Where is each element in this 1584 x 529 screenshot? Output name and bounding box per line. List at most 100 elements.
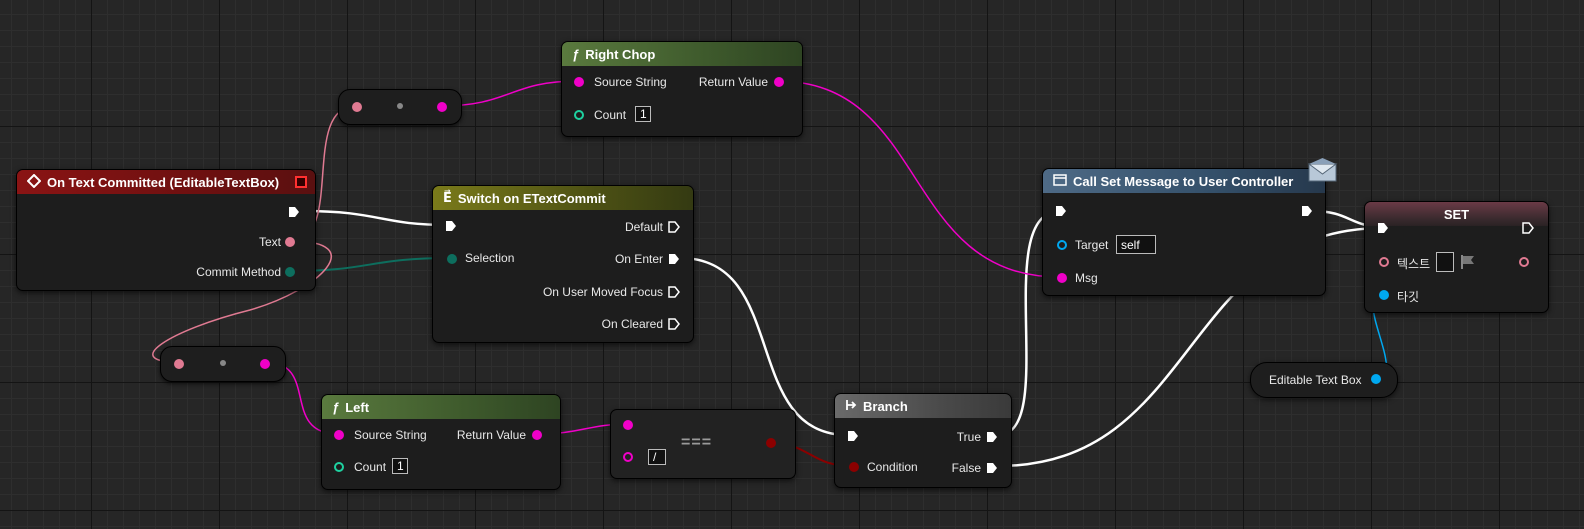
delegate-pin-icon[interactable]	[295, 176, 307, 188]
left-return-value-output-pin[interactable]	[532, 430, 542, 440]
set-text-output-pin[interactable]	[1519, 257, 1529, 267]
left-node-header[interactable]: ƒ Left	[322, 395, 560, 419]
right-chop-node-title: Right Chop	[585, 46, 656, 62]
left-return-value-label: Return Value	[456, 428, 526, 442]
branch-icon	[845, 399, 857, 414]
switch-selection-input-pin[interactable]	[447, 254, 457, 264]
branch-node-header[interactable]: Branch	[835, 394, 1011, 418]
event-node-title: On Text Committed (EditableTextBox)	[47, 174, 280, 190]
switch-exec-input-pin[interactable]	[445, 220, 457, 232]
set-text-field[interactable]	[1436, 252, 1454, 272]
event-exec-output-pin[interactable]	[288, 206, 300, 218]
string-equal-node[interactable]: / ===	[610, 409, 796, 479]
call-set-message-target-field[interactable]: self	[1116, 235, 1156, 254]
event-commit-method-output-pin[interactable]	[285, 267, 295, 277]
set-target-input-pin[interactable]	[1379, 290, 1389, 300]
switch-on-etextcommit-node[interactable]: E⃗ Switch on ETextCommit Selection Defau…	[432, 185, 694, 343]
switch-node-title: Switch on ETextCommit	[457, 190, 606, 206]
editable-text-box-variable-node[interactable]: Editable Text Box	[1250, 362, 1398, 398]
left-source-string-input-pin[interactable]	[334, 430, 344, 440]
reroute-output-pin[interactable]	[260, 359, 270, 369]
branch-condition-input-pin[interactable]	[849, 462, 859, 472]
right-chop-count-field[interactable]: 1	[635, 106, 651, 122]
right-chop-source-string-label: Source String	[594, 75, 667, 89]
switch-on-enter-label: On Enter	[614, 252, 663, 266]
left-count-field[interactable]: 1	[392, 458, 408, 474]
left-count-input-pin[interactable]	[334, 462, 344, 472]
set-node-title: SET	[1443, 206, 1470, 222]
set-variable-node[interactable]: SET 텍스트 타깃	[1364, 201, 1549, 313]
call-set-message-node[interactable]: Call Set Message to User Controller Targ…	[1042, 168, 1326, 296]
reroute-output-pin[interactable]	[437, 102, 447, 112]
branch-exec-input-pin[interactable]	[847, 430, 859, 442]
branch-false-label: False	[951, 461, 981, 475]
equal-a-input-pin[interactable]	[623, 420, 633, 430]
set-exec-output-pin[interactable]	[1522, 222, 1534, 234]
left-function-node[interactable]: ƒ Left Source String Count 1 Return Valu…	[321, 394, 561, 490]
right-chop-source-string-input-pin[interactable]	[574, 77, 584, 87]
switch-default-output-pin[interactable]	[668, 221, 680, 233]
switch-default-label: Default	[624, 220, 663, 234]
right-chop-function-node[interactable]: ƒ Right Chop Source String Count 1 Retur…	[561, 41, 803, 137]
set-text-label: 텍스트	[1397, 257, 1431, 271]
call-set-message-exec-input-pin[interactable]	[1055, 205, 1067, 217]
set-exec-input-pin[interactable]	[1377, 222, 1389, 234]
branch-true-output-pin[interactable]	[986, 431, 998, 443]
switch-on-cleared-output-pin[interactable]	[668, 318, 680, 330]
editable-text-box-output-pin[interactable]	[1371, 374, 1381, 384]
switch-selection-label: Selection	[465, 251, 515, 265]
call-set-message-msg-input-pin[interactable]	[1057, 273, 1067, 283]
set-target-label: 타깃	[1397, 290, 1420, 304]
event-text-output-pin[interactable]	[285, 237, 295, 247]
reroute-dot	[220, 360, 226, 366]
exec-wire-event-to-switch	[302, 209, 449, 227]
right-chop-count-input-pin[interactable]	[574, 110, 584, 120]
switch-icon: E⃗	[443, 190, 452, 205]
string-wire-rightchop-to-msg	[776, 80, 1061, 278]
equal-b-input-pin[interactable]	[623, 452, 633, 462]
localization-flag-icon[interactable]	[1460, 254, 1476, 275]
right-chop-count-label: Count	[594, 108, 627, 122]
function-icon: ƒ	[332, 399, 340, 415]
call-set-message-target-input-pin[interactable]	[1057, 240, 1067, 250]
reroute-node-top[interactable]	[338, 89, 462, 125]
switch-node-header[interactable]: E⃗ Switch on ETextCommit	[433, 186, 693, 210]
event-commit-method-pin-label: Commit Method	[196, 265, 281, 279]
diamond-event-icon	[26, 173, 42, 191]
left-source-string-label: Source String	[354, 428, 427, 442]
equal-operator-symbol: ===	[681, 434, 713, 451]
branch-condition-label: Condition	[867, 460, 918, 474]
reroute-input-pin[interactable]	[174, 359, 184, 369]
call-set-message-title: Call Set Message to User Controller	[1073, 173, 1294, 189]
branch-false-output-pin[interactable]	[986, 462, 998, 474]
right-chop-return-value-output-pin[interactable]	[774, 77, 784, 87]
right-chop-node-header[interactable]: ƒ Right Chop	[562, 42, 802, 66]
switch-on-user-moved-focus-label: On User Moved Focus	[542, 285, 663, 299]
left-count-label: Count	[354, 460, 387, 474]
branch-node-title: Branch	[863, 398, 908, 414]
on-text-committed-event-node[interactable]: On Text Committed (EditableTextBox) Text…	[16, 169, 316, 291]
call-set-message-header[interactable]: Call Set Message to User Controller	[1043, 169, 1325, 193]
event-node-header[interactable]: On Text Committed (EditableTextBox)	[17, 170, 315, 194]
call-set-message-msg-label: Msg	[1075, 271, 1098, 285]
set-text-input-pin[interactable]	[1379, 257, 1389, 267]
reroute-node-bottom[interactable]	[160, 346, 286, 382]
set-node-header[interactable]: SET	[1365, 202, 1548, 226]
switch-on-cleared-label: On Cleared	[601, 317, 663, 331]
right-chop-return-value-label: Return Value	[698, 75, 768, 89]
switch-on-user-moved-focus-output-pin[interactable]	[668, 286, 680, 298]
editable-text-box-label: Editable Text Box	[1269, 373, 1362, 387]
reroute-input-pin[interactable]	[352, 102, 362, 112]
left-node-title: Left	[345, 399, 370, 415]
branch-node[interactable]: Branch Condition True False	[834, 393, 1012, 488]
call-set-message-target-label: Target	[1075, 238, 1109, 252]
equal-b-field[interactable]: /	[648, 449, 666, 465]
interface-call-icon	[1053, 173, 1067, 189]
function-icon: ƒ	[572, 46, 580, 62]
branch-true-label: True	[956, 430, 981, 444]
switch-on-enter-output-pin[interactable]	[668, 253, 680, 265]
reroute-dot	[397, 103, 403, 109]
call-set-message-exec-output-pin[interactable]	[1301, 205, 1313, 217]
equal-return-output-pin[interactable]	[766, 438, 776, 448]
envelope-icon	[1307, 158, 1338, 187]
